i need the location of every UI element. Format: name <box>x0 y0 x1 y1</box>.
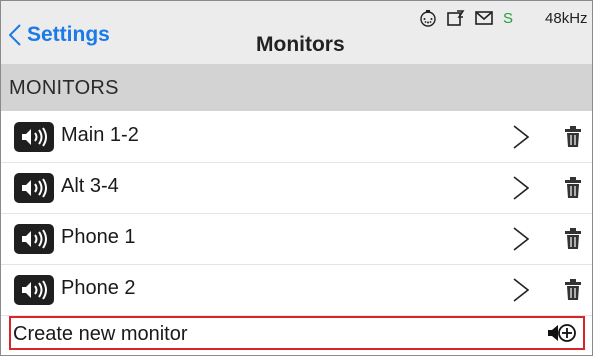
trash-icon[interactable] <box>564 126 582 148</box>
trash-icon[interactable] <box>564 177 582 199</box>
speaker-icon <box>14 122 54 152</box>
speaker-icon <box>14 224 54 254</box>
chevron-right-icon[interactable] <box>513 125 529 149</box>
sync-status: S <box>503 9 514 27</box>
trash-icon[interactable] <box>564 228 582 250</box>
monitor-label: Alt 3-4 <box>61 175 119 197</box>
monitor-row[interactable]: Main 1-2 <box>1 112 592 163</box>
monitor-row[interactable]: Phone 1 <box>1 214 592 265</box>
usb-storage-icon <box>447 10 465 26</box>
section-header: MONITORS <box>1 65 592 111</box>
create-monitor-button[interactable]: Create new monitor <box>9 316 585 350</box>
back-button-label: Settings <box>27 23 110 46</box>
speaker-icon <box>14 173 54 203</box>
back-button[interactable]: Settings <box>9 23 110 47</box>
chevron-right-icon[interactable] <box>513 278 529 302</box>
chevron-left-icon <box>9 24 21 46</box>
chevron-right-icon[interactable] <box>513 176 529 200</box>
create-monitor-label: Create new monitor <box>13 323 188 345</box>
mail-icon <box>475 11 493 25</box>
monitor-row[interactable]: Phone 2 <box>1 265 592 316</box>
midi-icon <box>420 10 436 27</box>
monitors-screen: Settings Monitors S 48kHz MONITORS Main … <box>0 0 593 356</box>
speaker-icon <box>14 275 54 305</box>
section-title: MONITORS <box>9 77 119 99</box>
monitor-label: Phone 2 <box>61 277 136 299</box>
status-bar: S 48kHz <box>419 9 588 27</box>
monitor-label: Phone 1 <box>61 226 136 248</box>
monitor-row[interactable]: Alt 3-4 <box>1 163 592 214</box>
chevron-right-icon[interactable] <box>513 227 529 251</box>
add-speaker-icon <box>548 324 576 342</box>
trash-icon[interactable] <box>564 279 582 301</box>
monitor-label: Main 1-2 <box>61 124 139 146</box>
page-title: Monitors <box>256 33 345 56</box>
top-bar: Settings Monitors S 48kHz <box>1 1 592 65</box>
sample-rate: 48kHz <box>545 9 588 27</box>
